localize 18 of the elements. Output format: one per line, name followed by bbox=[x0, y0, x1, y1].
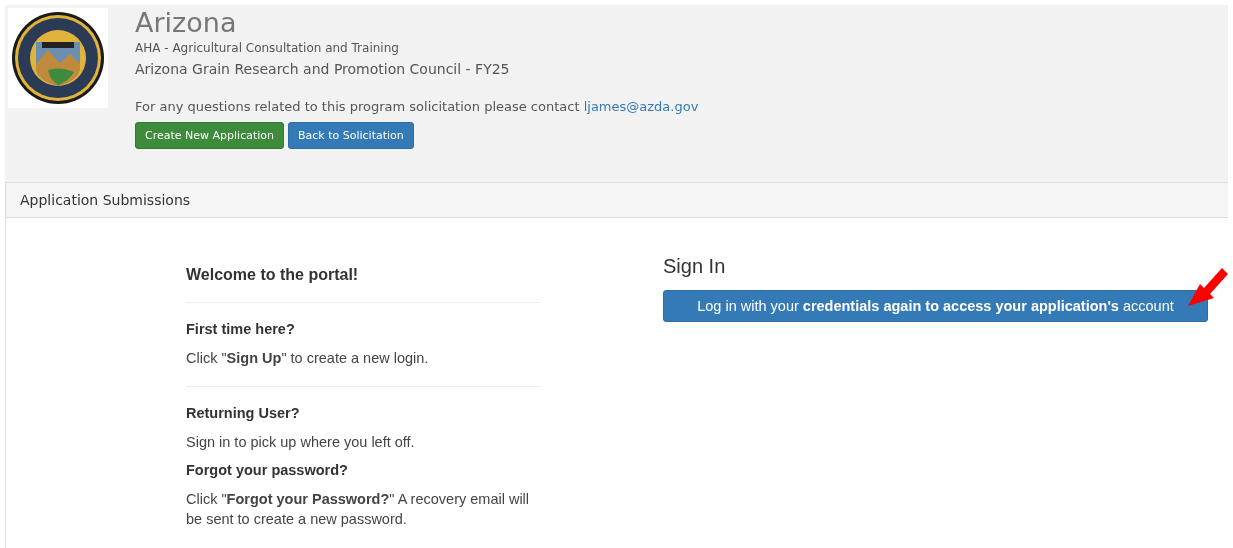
section-heading: Returning User? bbox=[186, 405, 301, 421]
annotation-arrow-icon bbox=[1188, 268, 1228, 308]
section-text: Click "Sign Up" to create a new login. bbox=[186, 349, 430, 368]
section-heading: First time here? bbox=[186, 321, 296, 337]
program-name: Arizona Grain Research and Promotion Council - FY25 bbox=[135, 61, 511, 77]
agency-name: AHA - Agricultural Consultation and Training bbox=[135, 41, 400, 55]
login-button[interactable]: Log in with your credentials again to access your application's account bbox=[663, 290, 1208, 322]
section-heading: Forgot your password? bbox=[186, 462, 349, 478]
sign-in-heading: Sign In bbox=[663, 255, 727, 278]
back-button[interactable]: Back to Solicitation bbox=[288, 122, 414, 149]
email-link[interactable]: ljames@azda.gov bbox=[583, 99, 699, 114]
create-button[interactable]: Create New Application bbox=[135, 122, 284, 149]
section-text: Click "Forgot your Password?" A recovery email will be sent to create a new password. bbox=[186, 490, 531, 529]
contact-text: For any questions related to this program solicitation please contact ljames@azda.gov bbox=[135, 99, 699, 114]
section-text: Sign in to pick up where you left off. bbox=[186, 433, 416, 452]
welcome-heading: Welcome to the portal! bbox=[186, 266, 360, 285]
page-title: Arizona bbox=[135, 8, 238, 38]
panel-heading: Application Submissions bbox=[6, 183, 1228, 218]
